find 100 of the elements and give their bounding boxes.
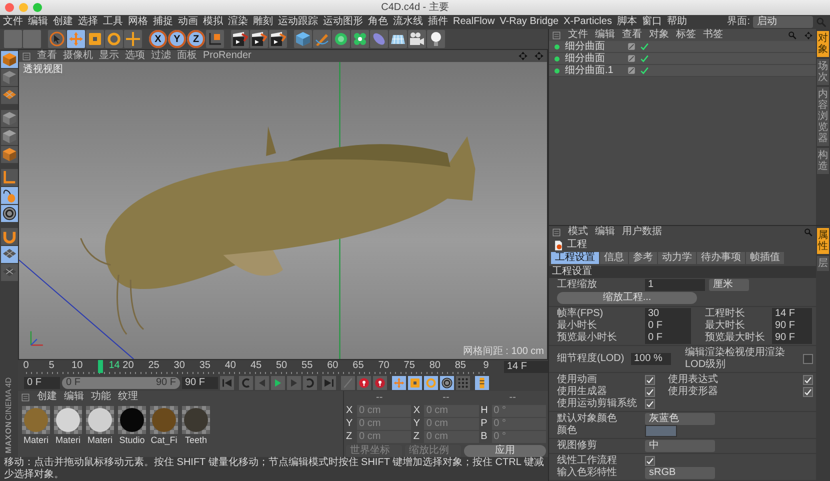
grid-icon[interactable] [0,87,18,104]
object-row[interactable]: 细分曲面 [549,53,816,65]
menu-item[interactable]: 插件 [428,16,448,28]
number-field[interactable]: 100 % [631,353,671,365]
object-row[interactable]: 细分曲面.1 [549,65,816,77]
grid-icon[interactable] [0,264,18,281]
menu-item[interactable]: 渲染 [228,16,248,28]
search-icon[interactable] [788,30,797,40]
rotate-icon[interactable] [424,376,438,390]
panel-menu-icon[interactable] [552,228,561,236]
checkbox[interactable] [645,456,655,466]
attribute-tab[interactable]: 动力学 [658,252,696,264]
play-icon[interactable] [271,376,285,390]
bars-icon[interactable] [475,376,489,390]
menu-item[interactable]: 脚本 [616,16,637,28]
option-dropdown[interactable]: sRGB [645,467,715,479]
panel-menu-icon[interactable] [22,52,31,60]
cube-icon[interactable] [0,146,18,163]
attribute-tab[interactable]: 参考 [629,252,657,264]
loop-back-icon[interactable] [239,376,253,390]
cube-icon[interactable] [0,128,18,145]
viewport-menu-item[interactable]: 摄像机 [63,50,93,62]
record-icon[interactable] [357,376,371,390]
menu-item[interactable]: 捕捉 [153,16,173,28]
viewport-menu-item[interactable]: ProRender [203,50,252,62]
side-tab[interactable]: 层 [817,256,829,271]
material-menu-item[interactable]: 创建 [37,391,57,403]
menu-item[interactable]: 运动跟踪 [278,16,318,28]
object-row[interactable]: 细分曲面 [549,41,816,53]
menu-item[interactable]: 工具 [103,16,123,28]
viewport-menu-item[interactable]: 查看 [37,50,57,62]
current-frame-field[interactable]: 14 F [504,361,548,373]
menu-item[interactable]: V-Ray Bridge [500,16,559,28]
skip-start-icon[interactable] [220,376,234,390]
record-icon[interactable] [373,376,387,390]
scale-icon[interactable] [86,30,104,48]
number-field[interactable]: 90 F [772,332,812,344]
number-field[interactable]: 90 F [772,320,812,332]
color-swatch[interactable] [645,425,677,437]
menu-item[interactable]: 编辑 [28,16,48,28]
menu-item[interactable]: 创建 [53,16,73,28]
cube-icon[interactable] [0,69,18,86]
attribute-tab[interactable]: 待办事项 [697,252,745,264]
pen-icon[interactable] [313,30,331,48]
material-menu-item[interactable]: 功能 [91,391,111,403]
menu-item[interactable]: 文件 [3,16,23,28]
menu-item[interactable]: 动画 [178,16,198,28]
attribute-menu-item[interactable]: 模式 [568,226,588,238]
rotate-icon[interactable] [105,30,123,48]
layout-dropdown[interactable]: 启动 [753,16,813,28]
checkbox[interactable] [803,387,813,397]
apply-button[interactable]: 应用 [464,445,546,457]
menu-item[interactable]: 角色 [368,16,388,28]
object-menu-item[interactable]: 查看 [622,29,642,41]
scale-project-button[interactable]: 缩放工程... [557,292,697,304]
side-tab[interactable]: 场次 [817,59,829,85]
cube-icon[interactable] [0,51,18,68]
enabled-toggle[interactable] [640,54,649,63]
sphere-icon[interactable] [332,30,350,48]
number-field[interactable]: 14 F [772,308,812,320]
cube-icon[interactable] [0,110,18,127]
pointer-icon[interactable] [48,30,66,48]
panel-menu-icon[interactable] [21,392,30,402]
checkbox[interactable] [645,387,655,397]
menu-item[interactable]: X-Particles [564,16,612,28]
plane-icon[interactable] [389,30,407,48]
material-menu-item[interactable]: 编辑 [64,391,84,403]
grid-icon[interactable] [0,246,18,263]
attribute-menu-item[interactable]: 编辑 [595,226,615,238]
viewport-menu-item[interactable]: 显示 [99,50,119,62]
option-dropdown[interactable]: 中 [645,440,715,452]
material-menu-item[interactable]: 纹理 [118,391,138,403]
number-field[interactable]: 0 F [645,332,691,344]
end-frame-field[interactable]: 90 F [182,376,218,388]
axis-lock-button[interactable]: Z [187,30,205,48]
navigation-icon[interactable] [534,51,544,61]
crosshair-icon[interactable] [124,30,142,48]
clapper-icon[interactable] [250,30,268,48]
bulb-icon[interactable] [427,30,445,48]
menu-item[interactable]: 帮助 [666,16,687,28]
axes-icon[interactable] [206,30,224,48]
clapper-icon[interactable] [231,30,249,48]
attribute-tab[interactable]: 工程设置 [551,252,599,264]
mouse-icon[interactable] [0,187,18,204]
attribute-tab[interactable]: 信息 [600,252,628,264]
menu-item[interactable]: 流水线 [393,16,423,28]
axis-lock-button[interactable]: Y [168,30,186,48]
attribute-tab[interactable]: 帧插值 [746,252,784,264]
corner-icon[interactable] [0,169,18,186]
dots-icon[interactable] [456,376,470,390]
object-menu-item[interactable]: 文件 [568,29,588,41]
navigation-icon[interactable] [518,51,528,61]
menu-item[interactable]: 选择 [78,16,98,28]
number-field[interactable]: 0 F [645,320,691,332]
side-tab[interactable]: 构造 [817,148,829,174]
navigation-icon[interactable] [804,30,813,40]
object-menu-item[interactable]: 书签 [703,29,723,41]
checkbox[interactable] [645,399,655,409]
clapper-icon[interactable] [269,30,287,48]
magnet-icon[interactable] [0,228,18,245]
